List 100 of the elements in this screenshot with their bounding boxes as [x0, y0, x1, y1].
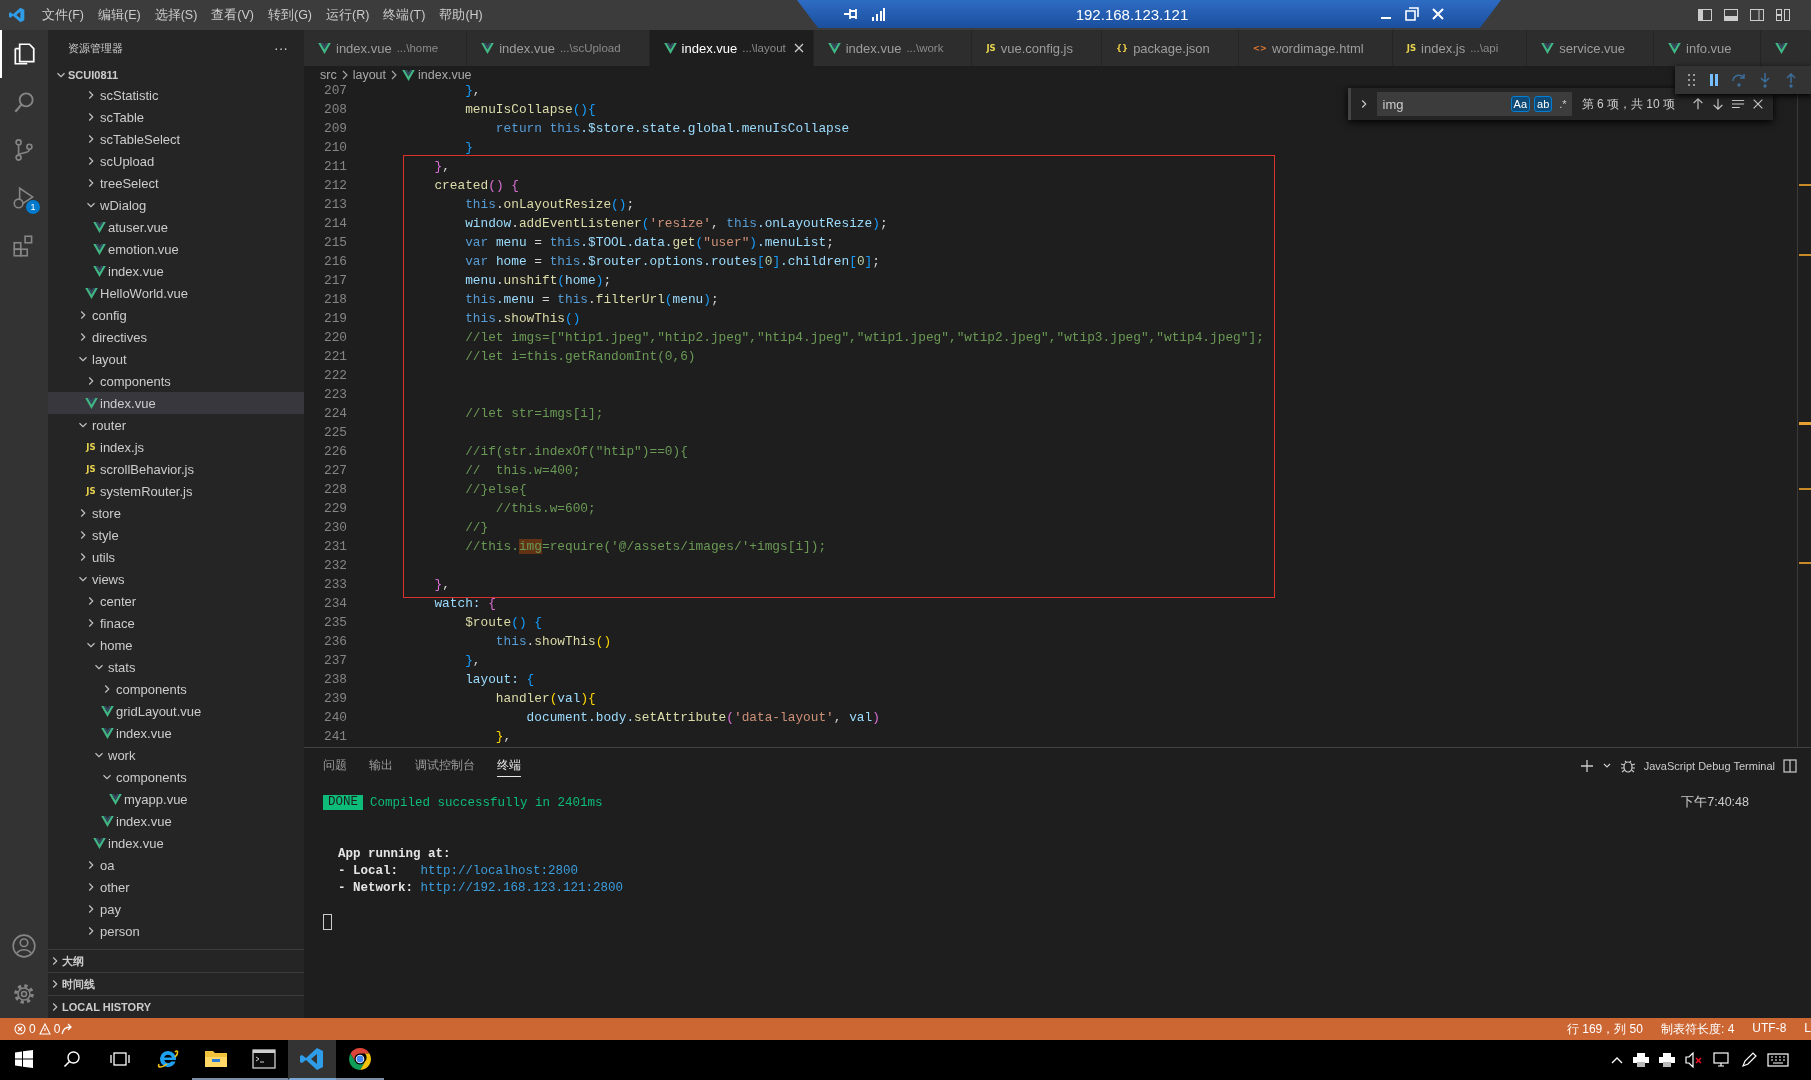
menu-item[interactable]: 查看(V) — [204, 4, 261, 26]
editor-tab[interactable]: index.vue ...\home — [304, 30, 468, 66]
workspace-folder[interactable]: SCUI0811 — [48, 66, 304, 84]
file-item[interactable]: index.vue — [48, 392, 304, 414]
folder-item[interactable]: scUpload — [48, 150, 304, 172]
browser-icon[interactable] — [348, 1047, 372, 1071]
menu-item[interactable]: 运行(R) — [319, 4, 377, 26]
file-item[interactable]: JS systemRouter.js — [48, 480, 304, 502]
monitor-icon[interactable] — [1713, 1052, 1731, 1068]
lines-icon[interactable] — [1731, 97, 1745, 111]
folder-item[interactable]: components — [48, 678, 304, 700]
folder-item[interactable]: scStatistic — [48, 84, 304, 106]
folder-item[interactable]: oa — [48, 854, 304, 876]
restore-icon[interactable] — [1405, 7, 1419, 21]
menu-item[interactable]: 帮助(H) — [432, 4, 490, 26]
editor-tab[interactable]: JS index.js ...\api — [1392, 30, 1528, 66]
find-field[interactable]: img — [1376, 92, 1509, 116]
folder-item[interactable]: config — [48, 304, 304, 326]
menu-item[interactable]: 文件(F) — [35, 4, 91, 26]
folder-item[interactable]: store — [48, 502, 304, 524]
folder-item[interactable]: style — [48, 524, 304, 546]
folder-item[interactable]: pay — [48, 898, 304, 920]
pin-icon[interactable] — [843, 6, 859, 22]
panel-tab[interactable]: 终端 — [497, 755, 521, 777]
editor-tab[interactable]: JS vue.config.js — [972, 30, 1102, 66]
settings-icon[interactable] — [11, 981, 37, 1007]
file-item[interactable]: emotion.vue — [48, 238, 304, 260]
menu-item[interactable]: 转到(G) — [261, 4, 320, 26]
folder-item[interactable]: utils — [48, 546, 304, 568]
file-item[interactable]: index.vue — [48, 832, 304, 854]
printer-icon[interactable] — [1659, 1053, 1675, 1067]
folder-item[interactable]: center — [48, 590, 304, 612]
file-item[interactable]: HelloWorld.vue — [48, 282, 304, 304]
folder-item[interactable]: home — [48, 634, 304, 656]
panel-tab[interactable]: 输出 — [369, 755, 393, 777]
folder-item[interactable]: work — [48, 744, 304, 766]
close-icon[interactable] — [1751, 97, 1765, 111]
file-item[interactable]: atuser.vue — [48, 216, 304, 238]
sidebar-layout-icon[interactable] — [1697, 7, 1713, 23]
code-editor-icon[interactable] — [300, 1047, 324, 1071]
panel-layout-icon[interactable] — [1723, 7, 1739, 23]
split-layout-icon[interactable] — [1749, 7, 1765, 23]
status-item[interactable]: 制表符长度: 4 — [1660, 1020, 1735, 1038]
file-item[interactable]: index.vue — [48, 810, 304, 832]
folder-item[interactable]: treeSelect — [48, 172, 304, 194]
search-icon[interactable] — [63, 1050, 81, 1068]
printer-icon[interactable] — [1633, 1053, 1649, 1067]
arrow-down-icon[interactable] — [1711, 97, 1725, 111]
editor-tab[interactable]: index.vue ...\layout — [649, 30, 814, 66]
editor-tab[interactable]: <> wordimage.html — [1238, 30, 1393, 66]
account-icon[interactable] — [11, 933, 37, 959]
breadcrumb-item[interactable]: layout — [352, 68, 387, 82]
speaker-muted-icon[interactable] — [1685, 1052, 1703, 1068]
folder-item[interactable]: router — [48, 414, 304, 436]
folder-item[interactable]: stats — [48, 656, 304, 678]
windows-logo-icon[interactable] — [15, 1050, 33, 1068]
folder-item[interactable]: layout — [48, 348, 304, 370]
keyboard-icon[interactable] — [1767, 1053, 1789, 1067]
menu-item[interactable]: 终端(T) — [376, 4, 433, 26]
status-item[interactable]: 行 169，列 50 — [1566, 1020, 1643, 1038]
folder-item[interactable]: wDialog — [48, 194, 304, 216]
pen-icon[interactable] — [1741, 1052, 1757, 1068]
folder-item[interactable]: views — [48, 568, 304, 590]
panel-tab[interactable]: 调试控制台 — [415, 755, 475, 777]
folder-item[interactable]: scTable — [48, 106, 304, 128]
file-item[interactable]: JS scrollBehavior.js — [48, 458, 304, 480]
caret-up-icon[interactable] — [1611, 1055, 1623, 1065]
editor-tab[interactable]: info.vue — [1654, 30, 1761, 66]
pause-icon[interactable] — [1707, 73, 1721, 87]
status-item[interactable]: UTF-8 — [1752, 1020, 1787, 1038]
grid-layout-icon[interactable] — [1775, 7, 1791, 23]
editor-tab[interactable]: index.vue ...\scUpload — [467, 30, 650, 66]
breadcrumb-item[interactable]: index.vue — [418, 68, 472, 82]
terminal-icon[interactable] — [252, 1049, 276, 1069]
more-actions[interactable]: ··· — [274, 40, 288, 56]
collapsed-section[interactable]: 大纲 — [48, 949, 304, 972]
folder-item[interactable]: components — [48, 766, 304, 788]
menu-item[interactable]: 选择(S) — [147, 4, 205, 26]
find-option-toggle[interactable]: Aa — [1510, 96, 1531, 112]
folder-item[interactable]: components — [48, 370, 304, 392]
status-item[interactable]: L — [1804, 1020, 1811, 1038]
terminal-profile[interactable]: JavaScript Debug Terminal — [1643, 760, 1775, 772]
breadcrumb-item[interactable]: src — [320, 68, 337, 82]
file-item[interactable]: index.vue — [48, 722, 304, 744]
folder-icon[interactable] — [204, 1049, 228, 1069]
panel-tab[interactable]: 问题 — [323, 755, 347, 777]
folder-item[interactable]: scTableSelect — [48, 128, 304, 150]
editor-tab[interactable]: index.vue ...\work — [813, 30, 973, 66]
plus-icon[interactable] — [1579, 759, 1594, 773]
task-view-icon[interactable] — [110, 1051, 130, 1067]
find-option-toggle[interactable]: ab — [1534, 96, 1553, 112]
arrow-up-icon[interactable] — [1691, 97, 1705, 111]
file-item[interactable]: JS index.js — [48, 436, 304, 458]
collapsed-section[interactable]: 时间线 — [48, 972, 304, 995]
folder-item[interactable]: directives — [48, 326, 304, 348]
url-link[interactable]: http://192.168.123.121:2800 — [420, 880, 624, 895]
file-item[interactable]: gridLayout.vue — [48, 700, 304, 722]
editor-tab[interactable] — [1760, 30, 1811, 66]
folder-item[interactable]: person — [48, 920, 304, 942]
file-item[interactable]: myapp.vue — [48, 788, 304, 810]
